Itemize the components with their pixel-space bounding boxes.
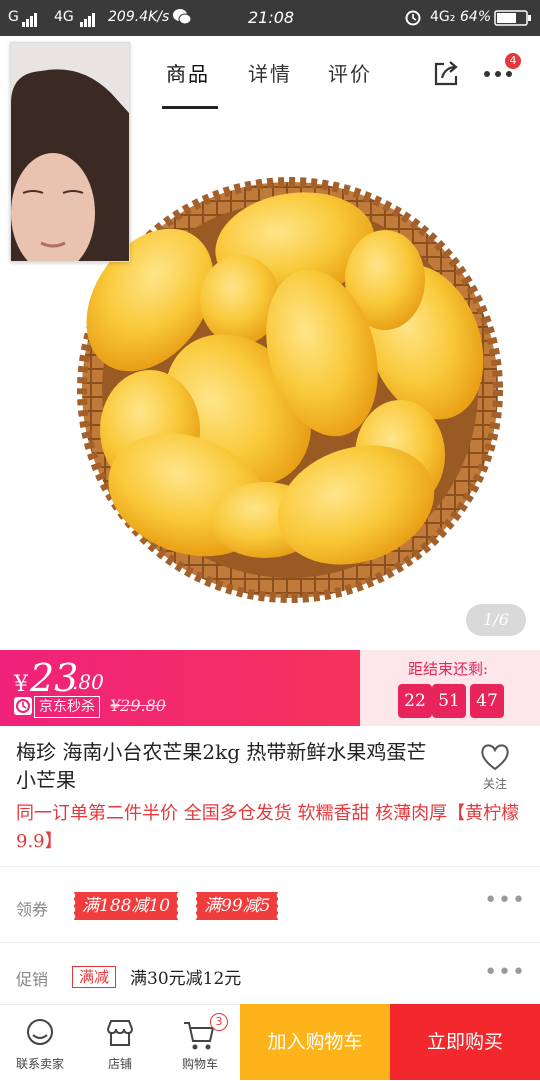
signal-icon: [22, 11, 38, 27]
battery-icon: [494, 10, 532, 30]
promotion-text: 满30元减12元: [130, 969, 242, 989]
tab-reviews[interactable]: 评价: [328, 58, 372, 87]
countdown-box: 距结束还剩: 22 : 51 : 47: [360, 650, 540, 726]
divider: [0, 942, 540, 943]
tab-details[interactable]: 详情: [248, 58, 292, 87]
contact-seller-label: 联系卖家: [15, 1057, 64, 1071]
clock-time: 21:08: [248, 8, 295, 27]
cart-label: 购物车: [181, 1057, 218, 1071]
promotion-more-icon[interactable]: •••: [484, 960, 526, 985]
original-price: ¥29.80: [110, 696, 166, 715]
product-title: 梅珍 海南小台农芒果2kg 热带新鲜水果鸡蛋芒小芒果: [16, 740, 427, 792]
promotion-tag: 满减: [72, 966, 117, 988]
shop-label: 店铺: [107, 1057, 132, 1071]
shop-button[interactable]: 店铺: [80, 1005, 160, 1081]
seller-video-thumbnail[interactable]: [10, 42, 130, 262]
speed-label: 209.4K/s: [108, 9, 170, 25]
coupon-188-10[interactable]: 满188减10: [71, 892, 179, 920]
wechat-icon: [172, 8, 192, 30]
countdown-seconds: 47: [470, 684, 504, 718]
contact-seller-button[interactable]: 联系卖家: [0, 1005, 80, 1081]
chat-icon: [27, 1019, 53, 1045]
cart-button[interactable]: 3 购物车: [160, 1005, 240, 1081]
heart-icon: [481, 744, 509, 771]
carrier-label: G: [8, 9, 19, 25]
seckill-label: 京东秒杀: [34, 696, 100, 718]
follow-button[interactable]: 关注: [470, 742, 520, 792]
battery-percent: 64%: [460, 9, 492, 25]
coupon-row-label: 领券: [16, 900, 49, 919]
seckill-price-banner: ¥ 23 .80 京东秒杀 ¥29.80: [0, 650, 360, 726]
network-label: 4G: [54, 9, 74, 25]
more-menu-badge: 4: [505, 53, 521, 69]
tab-product[interactable]: 商品: [166, 58, 210, 87]
active-tab-indicator: [162, 106, 218, 109]
price-decimal: .80: [72, 670, 104, 694]
promotion-row-label: 促销: [16, 970, 49, 989]
add-to-cart-button[interactable]: 加入购物车: [240, 1004, 390, 1080]
countdown-title: 距结束还剩:: [408, 660, 489, 678]
cart-count-badge: 3: [210, 1013, 228, 1031]
divider: [0, 866, 540, 867]
countdown-hours: 22: [398, 684, 432, 718]
buy-now-button[interactable]: 立即购买: [390, 1004, 540, 1080]
status-bar: G 4G 209.4K/s 21:08 4G₂ 64%: [0, 0, 540, 36]
alarm-icon: [404, 8, 422, 30]
price-currency: ¥: [14, 672, 28, 697]
follow-label: 关注: [482, 777, 507, 791]
image-pager: 1/6: [466, 604, 526, 636]
share-icon[interactable]: [430, 58, 462, 94]
network-label-2: 4G₂: [430, 9, 456, 25]
countdown-minutes: 51: [432, 684, 466, 718]
promo-text: 同一订单第二件半价 全国多仓发货 软糯香甜 核薄肉厚【黄柠檬9.9】: [16, 800, 526, 856]
person-portrait: [11, 43, 129, 261]
clock-icon: [14, 697, 32, 715]
coupon-more-icon[interactable]: •••: [484, 888, 526, 913]
promo-description: 同一订单第二件半价 全国多仓发货 软糯香甜 核薄肉厚: [16, 803, 448, 824]
store-icon: [106, 1020, 134, 1046]
signal-icon-2: [80, 11, 96, 27]
coupon-99-5[interactable]: 满99减5: [193, 892, 279, 920]
